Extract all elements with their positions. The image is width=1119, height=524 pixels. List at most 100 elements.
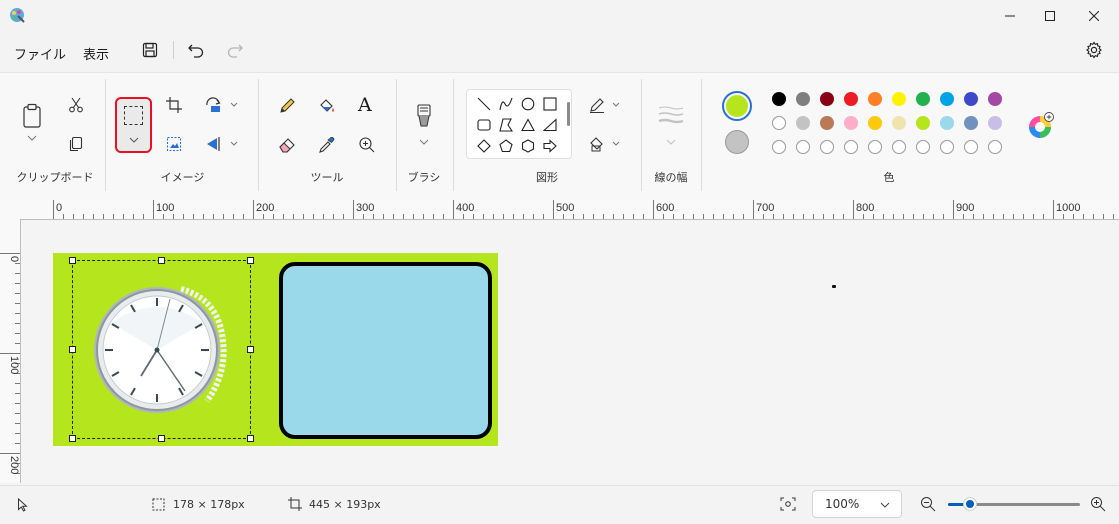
line-width-button[interactable] [658,105,684,125]
primary-color-button[interactable] [722,91,752,121]
shape-rounded-rectangle[interactable] [477,118,491,132]
zoom-slider-thumb[interactable] [963,497,978,511]
text-tool[interactable]: A [358,94,372,116]
zoom-in-button[interactable] [1090,496,1106,512]
close-button[interactable] [1072,0,1116,32]
shapes-scrollbar[interactable] [567,102,570,126]
view-menu[interactable]: 表示 [83,44,109,63]
shape-polygon[interactable] [499,118,513,132]
fill-tool[interactable] [318,97,336,115]
palette-color-swatch[interactable] [892,116,906,130]
settings-button[interactable] [1085,41,1103,59]
selection-tool-button[interactable] [115,97,152,153]
custom-color-slot[interactable] [892,140,906,154]
custom-color-slot[interactable] [820,140,834,154]
eraser-tool[interactable] [278,136,296,154]
palette-color-swatch[interactable] [964,92,978,106]
line-width-dropdown[interactable] [666,139,676,145]
selection-handle[interactable] [69,435,76,442]
canvas-workspace[interactable] [21,220,1119,483]
shape-right-triangle[interactable] [543,118,557,132]
palette-color-swatch[interactable] [844,92,858,106]
zoom-select[interactable]: 100% [812,490,902,518]
file-menu[interactable]: ファイル [14,44,66,63]
secondary-color-button[interactable] [725,130,749,154]
color-picker-tool[interactable] [318,136,336,154]
fit-to-window-button[interactable] [780,497,796,511]
rotate-dropdown[interactable] [230,102,238,107]
shape-triangle[interactable] [521,118,535,132]
palette-color-swatch[interactable] [964,116,978,130]
shape-diamond[interactable] [477,139,491,153]
palette-color-swatch[interactable] [988,116,1002,130]
selection-handle[interactable] [247,435,254,442]
selection-dropdown[interactable] [129,137,139,143]
selection-handle[interactable] [69,346,76,353]
custom-color-slot[interactable] [796,140,810,154]
shape-hexagon[interactable] [521,139,535,153]
outline-button[interactable] [589,97,605,113]
selection-marquee[interactable] [69,257,254,442]
crop-button[interactable] [166,97,182,113]
remove-background-button[interactable] [166,136,182,152]
custom-color-slot[interactable] [868,140,882,154]
cut-button[interactable] [68,97,84,113]
selection-handle[interactable] [247,257,254,264]
redo-button[interactable] [226,41,244,59]
pencil-tool[interactable] [278,97,296,115]
shape-pentagon[interactable] [499,139,513,153]
shape-curve[interactable] [499,97,513,111]
stray-dot [832,285,836,288]
paste-button[interactable] [22,103,44,129]
palette-color-swatch[interactable] [772,92,786,106]
drawing-canvas[interactable] [53,253,498,446]
palette-color-swatch[interactable] [820,116,834,130]
shape-oval[interactable] [521,97,535,111]
custom-color-slot[interactable] [772,140,786,154]
minimize-button[interactable] [990,0,1030,32]
custom-color-slot[interactable] [988,140,1002,154]
paste-dropdown[interactable] [27,135,37,141]
zoom-dropdown[interactable] [880,502,890,508]
palette-color-swatch[interactable] [892,92,906,106]
zoom-slider[interactable] [948,496,1080,512]
undo-button[interactable] [187,41,205,59]
copy-button[interactable] [68,136,84,152]
shape-line[interactable] [477,97,491,111]
zoom-out-button[interactable] [920,496,936,512]
custom-color-slot[interactable] [940,140,954,154]
selection-handle[interactable] [247,346,254,353]
palette-color-swatch[interactable] [796,116,810,130]
flip-button[interactable] [205,136,223,152]
fill-button[interactable] [589,136,605,152]
shape-rectangle[interactable] [543,97,557,111]
magnifier-tool[interactable] [358,136,376,154]
palette-color-swatch[interactable] [916,92,930,106]
rotate-button[interactable] [205,97,223,113]
selection-handle[interactable] [158,257,165,264]
palette-color-swatch[interactable] [988,92,1002,106]
fill-dropdown[interactable] [612,141,620,146]
palette-color-swatch[interactable] [796,92,810,106]
custom-color-slot[interactable] [916,140,930,154]
flip-dropdown[interactable] [230,141,238,146]
palette-color-swatch[interactable] [940,92,954,106]
palette-color-swatch[interactable] [940,116,954,130]
brush-dropdown[interactable] [419,139,429,145]
palette-color-swatch[interactable] [772,116,786,130]
brush-button[interactable] [414,103,434,129]
outline-dropdown[interactable] [612,102,620,107]
save-button[interactable] [142,42,158,58]
maximize-button[interactable] [1030,0,1070,32]
selection-handle[interactable] [158,435,165,442]
palette-color-swatch[interactable] [916,116,930,130]
palette-color-swatch[interactable] [844,116,858,130]
shape-arrow[interactable] [543,139,557,153]
custom-color-slot[interactable] [964,140,978,154]
selection-handle[interactable] [69,257,76,264]
palette-color-swatch[interactable] [868,92,882,106]
palette-color-swatch[interactable] [820,92,834,106]
custom-color-slot[interactable] [844,140,858,154]
palette-color-swatch[interactable] [868,116,882,130]
edit-colors-button[interactable] [1027,112,1055,140]
